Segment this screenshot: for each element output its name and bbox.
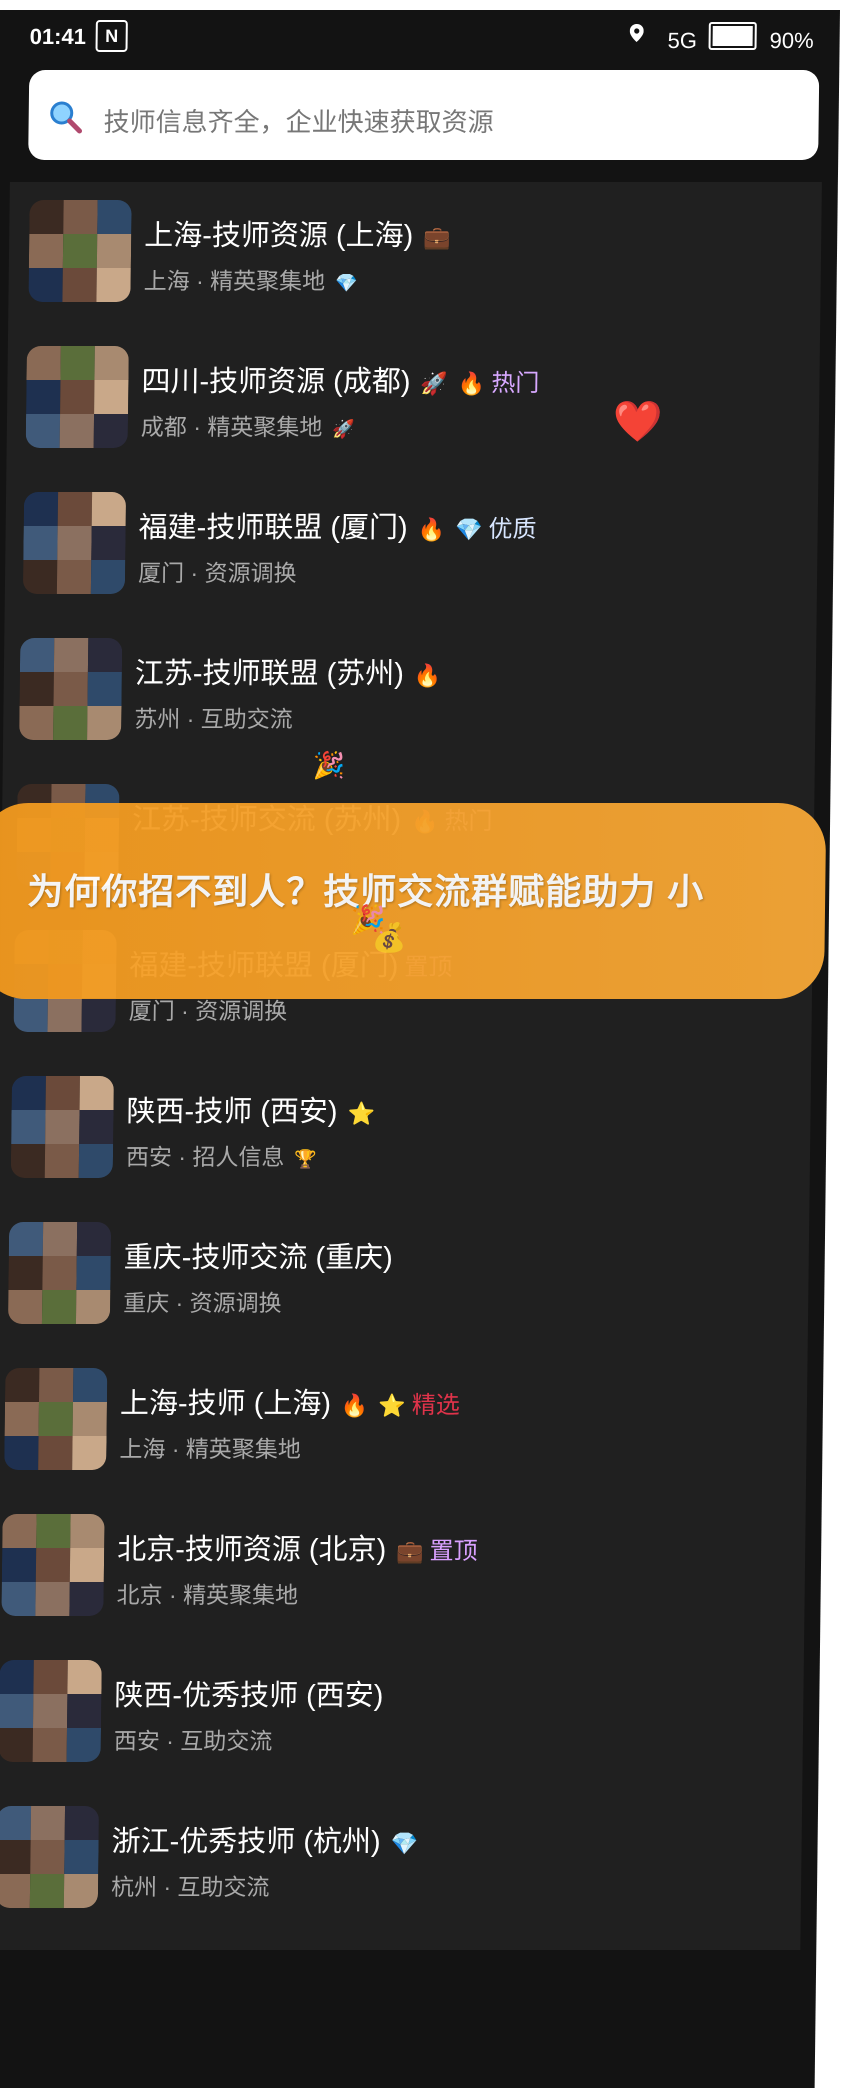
item-subtitle: 上海 · 精英聚集地	[143, 268, 326, 294]
party-icon: 🎉	[312, 750, 346, 780]
tag-emoji-icon: 🔥	[457, 371, 486, 396]
item-tag: 精选	[411, 1392, 460, 1419]
item-title: 北京-技师资源 (北京)	[116, 1534, 387, 1566]
list-item[interactable]: 浙江-优秀技师 (杭州) 💎 杭州 · 互助交流	[0, 1788, 789, 1934]
item-title: 重庆-技师交流 (重庆)	[123, 1242, 393, 1274]
group-avatar	[28, 200, 132, 302]
group-avatar	[10, 1076, 114, 1178]
title-emoji-icon: 💼	[396, 1539, 424, 1564]
list-item[interactable]: 北京-技师资源 (北京) 💼 置顶北京 · 精英聚集地	[0, 1496, 795, 1642]
network-indicator: 5G	[667, 28, 698, 53]
item-title: 上海-技师资源 (上海)	[144, 220, 414, 252]
item-subtitle: 北京 · 精英聚集地	[116, 1582, 299, 1608]
money-bag-icon: 💰	[371, 922, 407, 953]
notification-badge: N	[95, 20, 128, 52]
item-subtitle-line: 苏州 · 互助交流	[134, 700, 293, 734]
item-subtitle-line: 北京 · 精英聚集地	[116, 1576, 298, 1610]
item-tag: 置顶	[429, 1538, 478, 1565]
item-title: 四川-技师资源 (成都)	[141, 366, 411, 398]
item-subtitle-line: 厦门 · 资源调换	[138, 554, 297, 588]
item-title-line: 上海-技师 (上海) 🔥 ⭐ 精选	[120, 1380, 460, 1422]
item-subtitle: 厦门 · 资源调换	[137, 560, 297, 586]
group-list: 上海-技师资源 (上海) 💼 上海 · 精英聚集地 💎 四川-技师资源 (成都) 🚀 🔥 热门…	[0, 182, 822, 1950]
item-subtitle: 西安 · 互助交流	[113, 1728, 273, 1754]
list-item[interactable]: 上海-技师 (上海) 🔥 ⭐ 精选上海 · 精英聚集地	[0, 1350, 798, 1496]
item-subtitle-line: 杭州 · 互助交流	[111, 1868, 270, 1902]
item-title: 浙江-优秀技师 (杭州)	[111, 1826, 381, 1858]
battery-percent: 90%	[769, 28, 814, 53]
status-bar: 01:41 N 5G 90%	[0, 10, 840, 70]
item-subtitle: 西安 · 招人信息	[125, 1144, 285, 1170]
group-avatar	[1, 1514, 105, 1616]
search-placeholder: 技师信息齐全，企业快速获取资源	[103, 107, 494, 137]
tag-emoji-icon: 💎	[454, 517, 483, 542]
list-item[interactable]: 四川-技师资源 (成都) 🚀 🔥 热门成都 · 精英聚集地 🚀	[5, 328, 819, 474]
title-emoji-icon: 🔥	[417, 517, 446, 542]
search-bar[interactable]: 技师信息齐全，企业快速获取资源	[28, 70, 820, 160]
item-subtitle-line: 西安 · 互助交流	[114, 1722, 273, 1756]
list-item[interactable]: 江苏-技师联盟 (苏州) 🔥 苏州 · 互助交流	[0, 620, 813, 766]
item-subtitle: 成都 · 精英聚集地	[140, 414, 323, 440]
subtitle-emoji-icon: 🚀	[332, 419, 355, 439]
item-title: 上海-技师 (上海)	[119, 1388, 332, 1420]
title-emoji-icon: ⭐	[347, 1101, 376, 1126]
search-icon	[50, 101, 83, 134]
item-subtitle: 上海 · 精英聚集地	[119, 1436, 302, 1462]
item-subtitle: 重庆 · 资源调换	[123, 1290, 282, 1316]
list-item[interactable]: 陕西-优秀技师 (西安) 西安 · 互助交流	[0, 1642, 792, 1788]
item-title-line: 北京-技师资源 (北京) 💼 置顶	[117, 1526, 478, 1568]
group-avatar	[19, 638, 123, 740]
list-item[interactable]: 陕西-技师 (西安) ⭐ 西安 · 招人信息 🏆	[0, 1058, 804, 1204]
promo-banner[interactable]: 为何你招不到人？技师交流群赋能助力 小 🎉 💰	[0, 803, 827, 999]
item-title: 陕西-优秀技师 (西安)	[114, 1680, 384, 1712]
subtitle-emoji-icon: 💎	[334, 273, 358, 293]
item-tag: 热门	[491, 370, 540, 397]
item-title: 江苏-技师联盟 (苏州)	[134, 658, 405, 690]
item-title: 陕西-技师 (西安)	[126, 1096, 338, 1128]
group-avatar	[22, 492, 127, 594]
title-emoji-icon: 🔥	[413, 663, 442, 688]
tag-emoji-icon: ⭐	[378, 1393, 406, 1418]
group-avatar	[4, 1368, 108, 1470]
title-emoji-icon: 💎	[390, 1831, 419, 1856]
list-item[interactable]: 福建-技师联盟 (厦门) 🔥 💎 优质厦门 · 资源调换	[3, 474, 817, 620]
item-subtitle-line: 重庆 · 资源调换	[123, 1284, 282, 1318]
list-item[interactable]: 上海-技师资源 (上海) 💼 上海 · 精英聚集地 💎	[8, 182, 822, 328]
item-title-line: 陕西-优秀技师 (西安)	[114, 1672, 384, 1714]
item-subtitle: 苏州 · 互助交流	[134, 706, 293, 732]
title-emoji-icon: 💼	[423, 225, 451, 250]
phone-screen: 01:41 N 5G 90% 技师信息齐全，企业快速获取资源 上海-技师资源 (…	[0, 10, 840, 2088]
item-title-line: 四川-技师资源 (成都) 🚀 🔥 热门	[141, 358, 539, 400]
item-title-line: 重庆-技师交流 (重庆)	[124, 1234, 394, 1276]
group-avatar	[25, 346, 129, 448]
group-avatar	[7, 1222, 112, 1324]
item-subtitle: 厦门 · 资源调换	[128, 998, 288, 1024]
item-subtitle-line: 西安 · 招人信息 🏆	[126, 1138, 317, 1172]
location-pin-icon	[629, 24, 644, 42]
item-tag: 优质	[488, 516, 537, 543]
group-avatar	[0, 1660, 102, 1762]
heart-icon: ❤️	[612, 400, 664, 444]
item-subtitle-line: 上海 · 精英聚集地 💎	[144, 262, 358, 296]
subtitle-emoji-icon: 🏆	[294, 1149, 317, 1169]
item-subtitle-line: 上海 · 精英聚集地	[119, 1430, 301, 1464]
status-time: 01:41	[29, 24, 87, 49]
item-subtitle: 杭州 · 互助交流	[110, 1874, 270, 1900]
battery-icon	[708, 22, 757, 50]
item-subtitle-line: 成都 · 精英聚集地 🚀	[141, 408, 355, 442]
item-title-line: 江苏-技师联盟 (苏州) 🔥	[135, 650, 442, 692]
group-avatar	[0, 1806, 100, 1908]
item-title: 福建-技师联盟 (厦门)	[138, 512, 408, 544]
item-title-line: 上海-技师资源 (上海) 💼	[144, 212, 451, 254]
item-title-line: 陕西-技师 (西安) ⭐	[126, 1088, 375, 1130]
title-emoji-icon: 🚀	[420, 371, 449, 396]
item-title-line: 福建-技师联盟 (厦门) 🔥 💎 优质	[138, 504, 536, 546]
title-emoji-icon: 🔥	[340, 1393, 369, 1418]
list-item[interactable]: 重庆-技师交流 (重庆) 重庆 · 资源调换	[0, 1204, 801, 1350]
item-title-line: 浙江-优秀技师 (杭州) 💎	[111, 1818, 418, 1860]
